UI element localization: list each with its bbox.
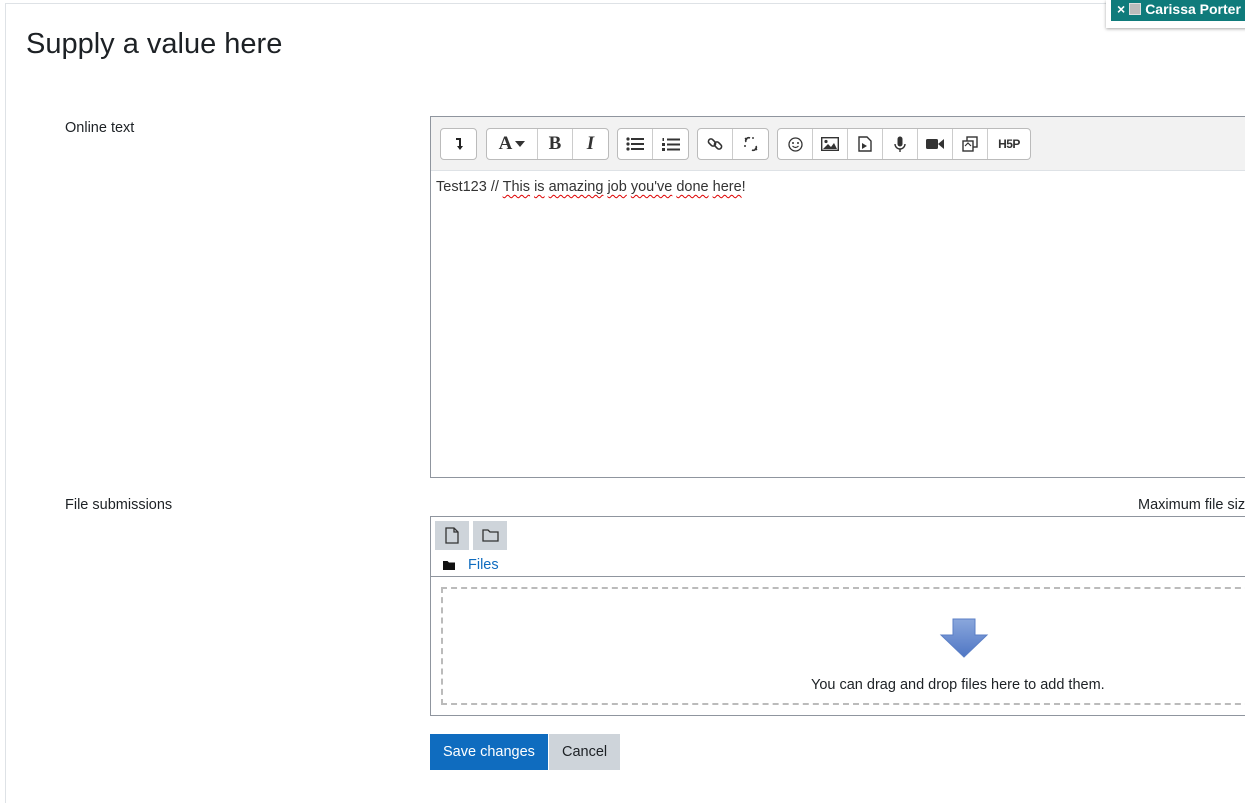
toolbar-group-style: A B I <box>486 128 609 160</box>
file-path: Files <box>443 557 499 573</box>
user-picture-icon <box>1129 3 1142 15</box>
font-style-icon[interactable]: A <box>487 129 538 159</box>
drop-zone[interactable]: You can drag and drop files here to add … <box>441 587 1245 705</box>
ordered-list-icon[interactable] <box>653 129 688 159</box>
page-title: Supply a value here <box>26 28 283 60</box>
bold-icon[interactable]: B <box>538 129 573 159</box>
image-icon[interactable] <box>813 129 848 159</box>
rich-text-editor: A B I H5P Test123 // This is amazing job… <box>430 116 1245 478</box>
italic-icon[interactable]: I <box>573 129 608 159</box>
editor-toolbar: A B I H5P <box>431 117 1245 171</box>
create-folder-icon[interactable] <box>473 521 507 550</box>
files-link[interactable]: Files <box>468 557 499 573</box>
toolbar-group-lists <box>617 128 689 160</box>
record-video-icon[interactable] <box>918 129 953 159</box>
add-file-icon[interactable] <box>435 521 469 550</box>
content-word: you've <box>630 179 673 195</box>
h5p-icon[interactable]: H5P <box>988 129 1030 159</box>
content-word: This <box>502 179 531 195</box>
divider <box>431 576 1245 577</box>
record-audio-icon[interactable] <box>883 129 918 159</box>
editor-content[interactable]: Test123 // This is amazing job you've do… <box>431 171 1245 203</box>
file-submissions-label: File submissions <box>65 497 173 513</box>
link-icon[interactable] <box>698 129 733 159</box>
folder-icon <box>443 560 455 570</box>
media-icon[interactable] <box>848 129 883 159</box>
cancel-button[interactable]: Cancel <box>549 734 621 770</box>
user-name: Carissa Porter <box>1145 1 1241 17</box>
file-manager-toolbar <box>435 521 507 550</box>
content-word: amazing <box>548 179 604 195</box>
toolbar-group-insert: H5P <box>777 128 1031 160</box>
content-word: is <box>534 179 545 195</box>
manage-files-icon[interactable] <box>953 129 988 159</box>
toolbar-group-collapse <box>440 128 477 160</box>
save-changes-button[interactable]: Save changes <box>430 734 548 770</box>
online-text-label: Online text <box>65 120 135 136</box>
toolbar-group-links <box>697 128 769 160</box>
unlink-icon[interactable] <box>733 129 768 159</box>
collapse-icon[interactable] <box>441 129 476 159</box>
user-tag-bar: × Carissa Porter <box>1111 0 1245 21</box>
unordered-list-icon[interactable] <box>618 129 653 159</box>
drop-arrow-icon <box>939 618 989 658</box>
user-tag: × Carissa Porter <box>1106 0 1245 28</box>
content-word: done <box>676 179 709 195</box>
content-word: here <box>712 179 742 195</box>
emoji-icon[interactable] <box>778 129 813 159</box>
file-manager: Files You can drag and drop files here t… <box>430 516 1245 716</box>
drop-hint: You can drag and drop files here to add … <box>811 677 1105 693</box>
max-file-size: Maximum file size <box>1138 497 1245 513</box>
content-word: job <box>607 179 627 195</box>
close-icon[interactable]: × <box>1117 1 1125 17</box>
